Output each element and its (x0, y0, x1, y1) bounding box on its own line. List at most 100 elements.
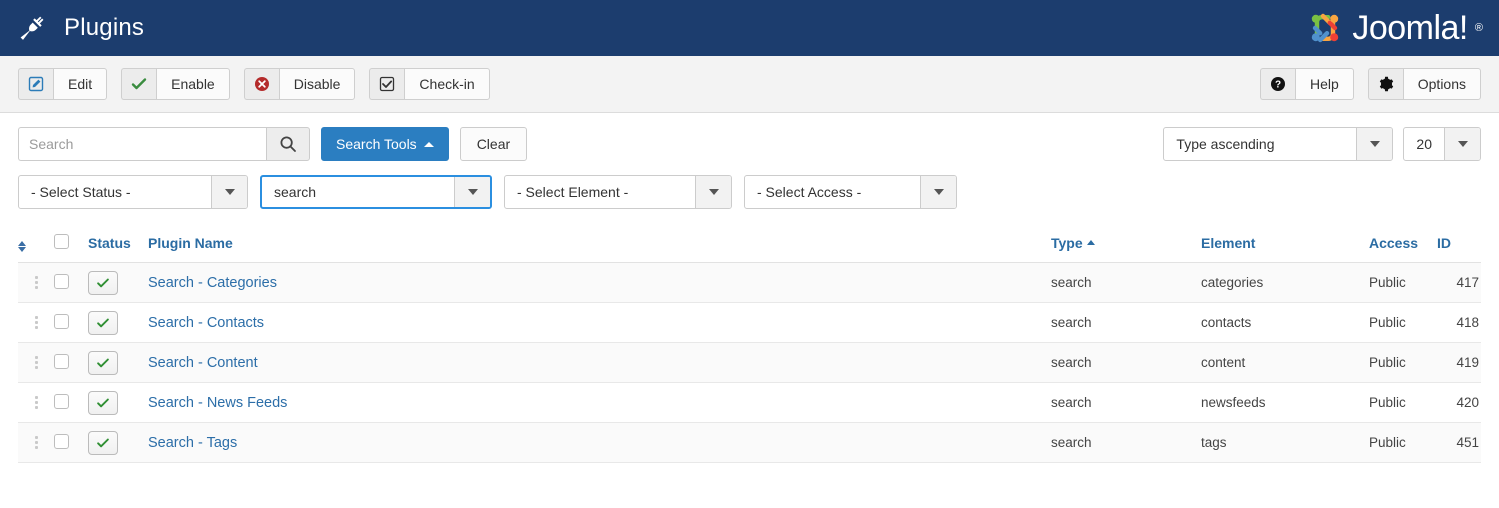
status-toggle-button[interactable] (88, 270, 118, 295)
edit-button-label[interactable]: Edit (53, 68, 108, 100)
filter-element-select[interactable]: - Select Element - (504, 175, 732, 209)
options-button[interactable]: Options (1367, 68, 1481, 100)
drag-handle-icon[interactable] (18, 396, 54, 409)
plugin-name-link[interactable]: Search - News Feeds (148, 395, 287, 411)
page-title: Plugins (64, 14, 145, 41)
row-select-cell[interactable] (54, 422, 88, 463)
column-header-id[interactable]: ID (1437, 225, 1481, 263)
clear-button[interactable]: Clear (459, 127, 528, 161)
drag-handle-icon[interactable] (18, 356, 54, 369)
plugin-name-link[interactable]: Search - Tags (148, 435, 237, 451)
row-checkbox[interactable] (54, 353, 69, 369)
row-element-cell: newsfeeds (1201, 382, 1369, 423)
column-header-element[interactable]: Element (1201, 225, 1369, 263)
select-all-checkbox[interactable] (54, 233, 69, 249)
column-header-ordering[interactable] (18, 225, 54, 263)
chevron-down-icon[interactable] (1356, 128, 1393, 160)
row-type-cell: search (1051, 302, 1201, 343)
plugin-name-link[interactable]: Search - Contacts (148, 315, 264, 331)
gear-icon[interactable] (1367, 68, 1403, 100)
sort-arrows-icon[interactable] (18, 241, 26, 252)
row-status-cell[interactable] (88, 422, 148, 463)
row-status-cell[interactable] (88, 302, 148, 343)
checkbox-checked-icon[interactable] (369, 68, 405, 100)
row-access-cell: Public (1369, 262, 1437, 303)
row-select-cell[interactable] (54, 342, 88, 383)
help-button-label[interactable]: Help (1294, 68, 1354, 100)
chevron-down-icon[interactable] (454, 177, 490, 207)
row-checkbox[interactable] (54, 313, 69, 329)
row-name-cell: Search - Contacts (148, 302, 1051, 343)
column-header-status[interactable]: Status (88, 225, 148, 263)
help-button[interactable]: ? Help (1259, 68, 1354, 100)
disable-button-label[interactable]: Disable (278, 68, 356, 100)
row-checkbox[interactable] (54, 433, 69, 449)
question-circle-icon[interactable]: ? (1259, 68, 1295, 100)
chevron-down-icon[interactable] (695, 176, 731, 208)
filter-status-value: - Select Status - (31, 184, 131, 200)
row-checkbox[interactable] (54, 393, 69, 409)
search-box (18, 127, 310, 161)
sort-order-select[interactable]: Type ascending (1163, 127, 1394, 161)
row-status-cell[interactable] (88, 342, 148, 383)
column-header-access[interactable]: Access (1369, 225, 1437, 263)
times-circle-icon[interactable] (243, 68, 279, 100)
plugin-name-link[interactable]: Search - Categories (148, 275, 277, 291)
list-limit-select[interactable]: 20 (1403, 127, 1481, 161)
column-header-select-all[interactable] (54, 225, 88, 263)
row-drag-handle[interactable] (18, 342, 54, 383)
row-drag-handle[interactable] (18, 262, 54, 303)
enable-button-label[interactable]: Enable (156, 68, 230, 100)
plug-icon (18, 14, 46, 42)
column-header-type[interactable]: Type (1051, 225, 1201, 263)
header-title-group: Plugins (18, 14, 144, 42)
edit-button[interactable]: Edit (18, 68, 108, 100)
row-drag-handle[interactable] (18, 382, 54, 423)
chevron-down-icon[interactable] (920, 176, 956, 208)
drag-handle-icon[interactable] (18, 316, 54, 329)
check-icon[interactable] (121, 68, 157, 100)
filter-access-value: - Select Access - (757, 184, 862, 200)
drag-handle-icon[interactable] (18, 276, 54, 289)
search-input[interactable] (18, 127, 266, 161)
filter-element-value: - Select Element - (517, 184, 629, 200)
toolbar: Edit Enable Disable Check-in ? Help Opti… (0, 56, 1499, 113)
row-access-cell: Public (1369, 302, 1437, 343)
row-type-cell: search (1051, 422, 1201, 463)
row-access-cell: Public (1369, 422, 1437, 463)
filter-area: Search Tools Clear Type ascending 20 - S… (0, 113, 1499, 209)
table-header-row: Status Plugin Name Type Element Access I… (18, 225, 1481, 263)
options-button-label[interactable]: Options (1402, 68, 1481, 100)
search-icon[interactable] (266, 127, 310, 161)
row-id-cell: 417 (1437, 262, 1481, 303)
status-toggle-button[interactable] (88, 390, 118, 415)
status-toggle-button[interactable] (88, 430, 118, 455)
row-drag-handle[interactable] (18, 422, 54, 463)
filter-status-select[interactable]: - Select Status - (18, 175, 248, 209)
row-select-cell[interactable] (54, 262, 88, 303)
row-checkbox[interactable] (54, 273, 69, 289)
column-header-plugin-name[interactable]: Plugin Name (148, 225, 1051, 263)
filter-access-select[interactable]: - Select Access - (744, 175, 957, 209)
disable-button[interactable]: Disable (243, 68, 356, 100)
filter-type-select[interactable]: search (260, 175, 492, 209)
status-toggle-button[interactable] (88, 350, 118, 375)
check-in-button[interactable]: Check-in (369, 68, 490, 100)
row-select-cell[interactable] (54, 302, 88, 343)
row-status-cell[interactable] (88, 262, 148, 303)
chevron-down-icon[interactable] (211, 176, 247, 208)
row-select-cell[interactable] (54, 382, 88, 423)
table-body: Search - Categories search categories Publi… (18, 262, 1481, 463)
svg-text:?: ? (1275, 80, 1281, 91)
edit-pencil-square-icon[interactable] (18, 68, 53, 100)
plugin-name-link[interactable]: Search - Content (148, 355, 258, 371)
search-tools-button[interactable]: Search Tools (321, 127, 449, 161)
app-header: Plugins Joomla! ® (0, 0, 1499, 56)
enable-button[interactable]: Enable (121, 68, 230, 100)
status-toggle-button[interactable] (88, 310, 118, 335)
row-drag-handle[interactable] (18, 302, 54, 343)
chevron-down-icon[interactable] (1444, 128, 1480, 160)
check-in-button-label[interactable]: Check-in (404, 68, 490, 100)
row-status-cell[interactable] (88, 382, 148, 423)
drag-handle-icon[interactable] (18, 436, 54, 449)
